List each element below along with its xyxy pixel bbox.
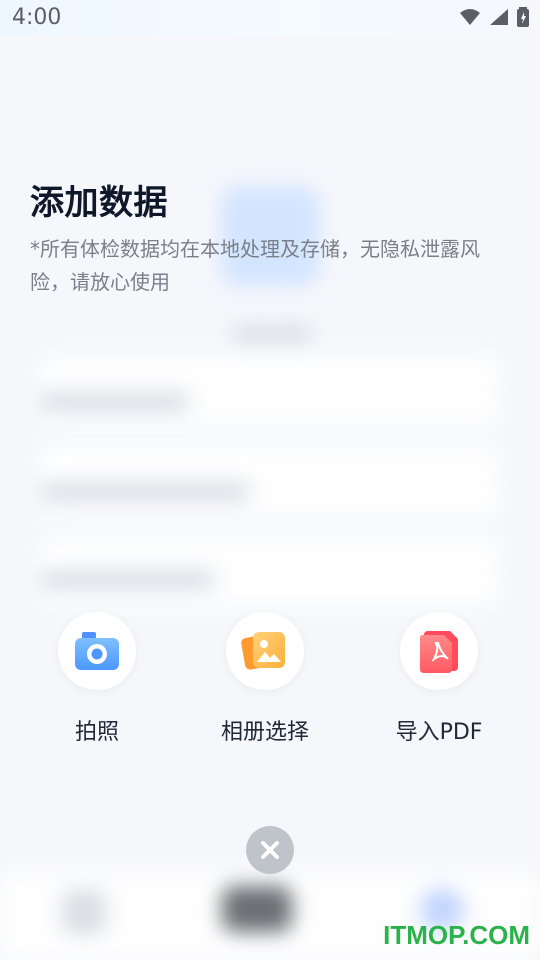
option-album-circle[interactable] [226, 612, 304, 690]
camera-icon [75, 632, 119, 670]
add-data-sheet: 添加数据 *所有体检数据均在本地处理及存储，无隐私泄露风险，请放心使用 拍照 相… [0, 0, 540, 960]
option-camera-circle[interactable] [58, 612, 136, 690]
sheet-subtitle: *所有体检数据均在本地处理及存储，无隐私泄露风险，请放心使用 [30, 237, 480, 294]
album-icon [241, 632, 285, 670]
option-camera[interactable]: 拍照 [17, 612, 177, 746]
option-album[interactable]: 相册选择 [185, 612, 345, 746]
pdf-icon [420, 631, 458, 673]
close-button[interactable] [246, 826, 294, 874]
watermark: ITMOP.COM [383, 920, 530, 950]
sheet-title: 添加数据 [30, 183, 168, 223]
option-import-pdf-label: 导入PDF [395, 720, 483, 745]
option-import-pdf[interactable]: 导入PDF [359, 612, 519, 746]
option-album-label: 相册选择 [220, 720, 309, 745]
close-icon [261, 841, 279, 859]
option-pdf-circle[interactable] [400, 612, 478, 690]
option-camera-label: 拍照 [74, 720, 119, 745]
